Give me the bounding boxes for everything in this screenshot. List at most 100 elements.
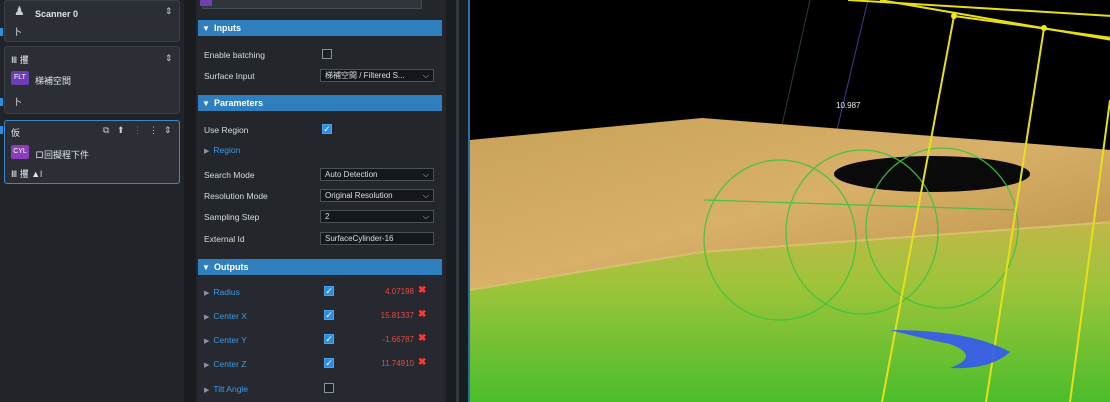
error-x-icon: ✖ (418, 333, 427, 344)
menu-icon[interactable]: ⋮ (149, 125, 158, 136)
resolution-mode-select[interactable]: Original Resolution ⌵ (320, 189, 434, 202)
parameters-header-label: Parameters (214, 98, 264, 108)
pipeline-panel: ♟ Scanner 0 ⇕ 卜 Ⅲ 攫 ⇕ FLT 梯補空間 卜 仮 ⧉ ⬆ ⋮… (0, 0, 184, 402)
chevron-down-icon: ▼ (202, 24, 210, 33)
filter-node-top-icons: Ⅲ 攫 (11, 55, 29, 65)
cylinder-node-card[interactable]: 仮 ⧉ ⬆ ⋮ ⋮ ⇕ CYL ロ回擬程下件 Ⅲ 攫 ▲l (4, 120, 180, 184)
external-id-field[interactable]: SurfaceCylinder-16 (320, 232, 434, 245)
node-name-field[interactable] (202, 0, 422, 9)
output-label: Center Y (213, 335, 247, 345)
cylinder-node-title: ロ回擬程下件 (35, 150, 90, 160)
surface-input-select[interactable]: 梯補空間 / Filtered S... ⌵ (320, 69, 434, 82)
outputs-header-label: Outputs (214, 262, 249, 272)
measure-point[interactable] (951, 13, 957, 19)
search-mode-value: Auto Detection (325, 170, 378, 179)
chevron-right-icon: ▶ (204, 362, 210, 369)
cylinder-badge: CYL (11, 145, 29, 159)
enable-batching-checkbox[interactable] (322, 49, 332, 59)
chevron-right-icon: ▶ (204, 314, 210, 321)
output-checkbox[interactable]: ✓ (324, 286, 334, 296)
connection-port (0, 98, 3, 106)
error-x-icon: ✖ (418, 285, 427, 296)
surface-input-value: 梯補空間 / Filtered S... (325, 71, 405, 80)
enable-batching-label: Enable batching (204, 50, 265, 60)
scanner-node-title: Scanner 0 (35, 9, 79, 19)
measurement-label: 10.987 (836, 101, 861, 110)
point-cloud-render[interactable]: 10.987 (470, 0, 1110, 402)
region-label: Region (213, 145, 241, 155)
search-mode-select[interactable]: Auto Detection ⌵ (320, 168, 434, 181)
chevron-down-icon: ▼ (202, 99, 210, 108)
sampling-step-label: Sampling Step (204, 212, 260, 222)
chevron-down-icon: ▼ (202, 263, 210, 272)
output-tilt-angle[interactable]: ▶ Tilt Angle (204, 384, 248, 394)
expand-collapse-icon[interactable]: ⇕ (164, 125, 172, 136)
output-value: 15.81337 (380, 311, 414, 320)
measure-point[interactable] (1041, 25, 1047, 31)
region-expander[interactable]: ▶ Region (204, 145, 240, 155)
external-id-value: SurfaceCylinder-16 (325, 234, 394, 243)
3d-viewport[interactable]: 10.987 (468, 0, 1110, 402)
disabled-icon: ⋮ (133, 125, 142, 135)
use-region-checkbox[interactable]: ✓ (322, 124, 332, 134)
error-x-icon: ✖ (418, 357, 427, 368)
output-label: Radius (213, 287, 240, 297)
cylinder-hole (834, 156, 1030, 192)
search-mode-label: Search Mode (204, 170, 255, 180)
chevron-down-icon: ⌵ (422, 212, 429, 221)
use-region-label: Use Region (204, 125, 249, 135)
chevron-down-icon: ⌵ (422, 71, 429, 80)
output-checkbox[interactable]: ✓ (324, 358, 334, 368)
output-label: Center Z (213, 359, 247, 369)
sampling-step-select[interactable]: 2 ⌵ (320, 210, 434, 223)
output-radius[interactable]: ▶ Radius (204, 287, 240, 297)
output-label: Tilt Angle (213, 384, 249, 394)
output-checkbox[interactable] (324, 383, 334, 393)
output-value: 11.74910 (381, 359, 414, 368)
filter-badge: FLT (11, 71, 29, 85)
output-center-y[interactable]: ▶ Center Y (204, 335, 247, 345)
parameters-section-header[interactable]: ▼ Parameters (198, 95, 442, 111)
properties-panel: ▼ Inputs Enable batching Surface Input 梯補… (196, 0, 446, 402)
copy-icon[interactable]: ⧉ (103, 125, 109, 136)
chevron-right-icon: ▶ (204, 290, 210, 297)
node-color-swatch (200, 0, 212, 6)
output-value: -1.66787 (382, 335, 414, 344)
resolution-mode-value: Original Resolution (325, 191, 393, 200)
scanner-icon: ♟ (14, 4, 25, 18)
external-id-label: External Id (204, 234, 245, 244)
output-checkbox[interactable]: ✓ (324, 310, 334, 320)
chevron-down-icon: ⌵ (422, 170, 429, 179)
filter-node-card[interactable]: Ⅲ 攫 ⇕ FLT 梯補空間 卜 (4, 46, 180, 114)
inputs-header-label: Inputs (214, 23, 241, 33)
output-center-x[interactable]: ▶ Center X (204, 311, 247, 321)
output-checkbox[interactable]: ✓ (324, 334, 334, 344)
outputs-section-header[interactable]: ▼ Outputs (198, 259, 442, 275)
filter-node-sub: 卜 (13, 97, 23, 107)
output-value: 4.07198 (385, 287, 414, 296)
expand-collapse-icon[interactable]: ⇕ (165, 53, 173, 64)
error-x-icon: ✖ (418, 309, 427, 320)
filter-node-title: 梯補空間 (35, 76, 72, 86)
upload-icon[interactable]: ⬆ (117, 125, 125, 136)
output-label: Center X (213, 311, 247, 321)
scrollbar-track[interactable] (456, 0, 459, 402)
scanner-node-card[interactable]: ♟ Scanner 0 ⇕ 卜 (4, 0, 180, 42)
cylinder-node-top-icon: 仮 (11, 128, 21, 138)
sampling-step-value: 2 (325, 212, 330, 221)
expand-collapse-icon[interactable]: ⇕ (165, 6, 173, 17)
inputs-section-header[interactable]: ▼ Inputs (198, 20, 442, 36)
connection-port (0, 126, 3, 134)
connection-port (0, 28, 3, 36)
scanner-node-sub: 卜 (13, 27, 23, 37)
chevron-right-icon: ▶ (204, 387, 210, 394)
chevron-right-icon: ▶ (204, 148, 210, 155)
cylinder-node-sub: Ⅲ 攫 ▲l (11, 169, 43, 179)
panel-scrollbar[interactable] (446, 0, 468, 402)
output-center-z[interactable]: ▶ Center Z (204, 359, 246, 369)
chevron-right-icon: ▶ (204, 338, 210, 345)
resolution-mode-label: Resolution Mode (204, 191, 268, 201)
surface-input-label: Surface Input (204, 71, 255, 81)
chevron-down-icon: ⌵ (422, 191, 429, 200)
panel-gutter (184, 0, 196, 402)
